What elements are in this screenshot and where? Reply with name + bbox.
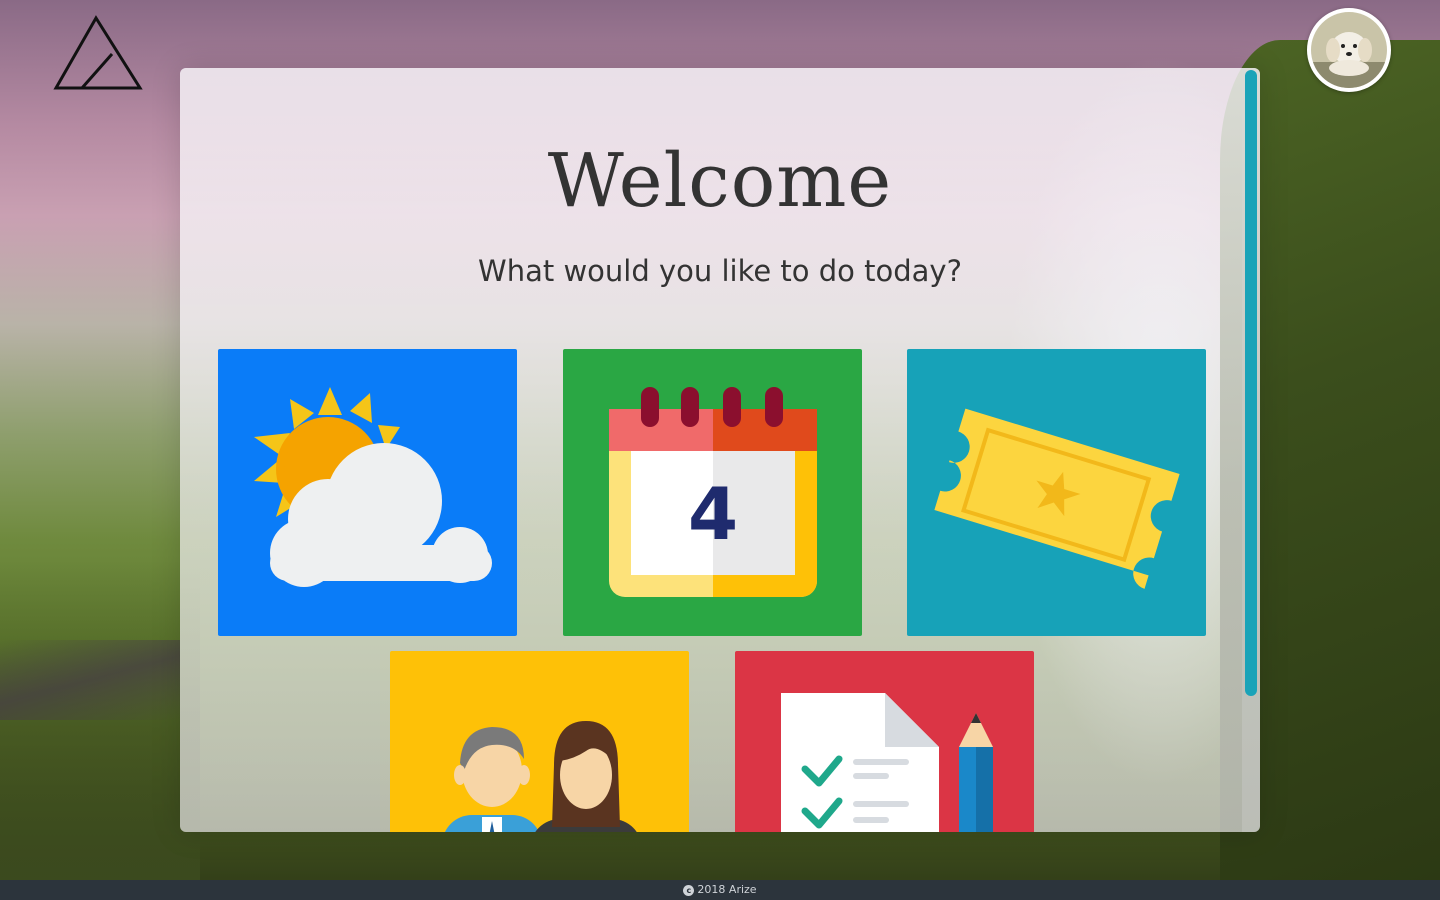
background-road [0, 640, 180, 720]
calendar-day: 4 [688, 472, 738, 556]
triangle-logo-icon[interactable] [52, 14, 144, 92]
scrollbar-thumb[interactable] [1245, 70, 1257, 696]
puppy-avatar-icon [1311, 12, 1387, 88]
footer: c 2018 Arize [0, 880, 1440, 900]
calendar-icon: 4 [609, 387, 817, 597]
tile-weather[interactable] [218, 349, 517, 636]
avatar[interactable] [1307, 8, 1391, 92]
tile-calendar[interactable]: 4 [563, 349, 862, 636]
background-field [0, 560, 200, 880]
tile-tasks[interactable] [735, 651, 1034, 832]
main-panel: Welcome What would you like to do today? [180, 68, 1260, 832]
page-title: Welcome [547, 138, 893, 224]
tile-tickets[interactable] [907, 349, 1206, 636]
tile-contacts[interactable] [390, 651, 689, 832]
copyright-icon: c [683, 884, 695, 896]
footer-text: 2018 Arize [697, 883, 757, 896]
page-subtitle: What would you like to do today? [478, 254, 962, 288]
